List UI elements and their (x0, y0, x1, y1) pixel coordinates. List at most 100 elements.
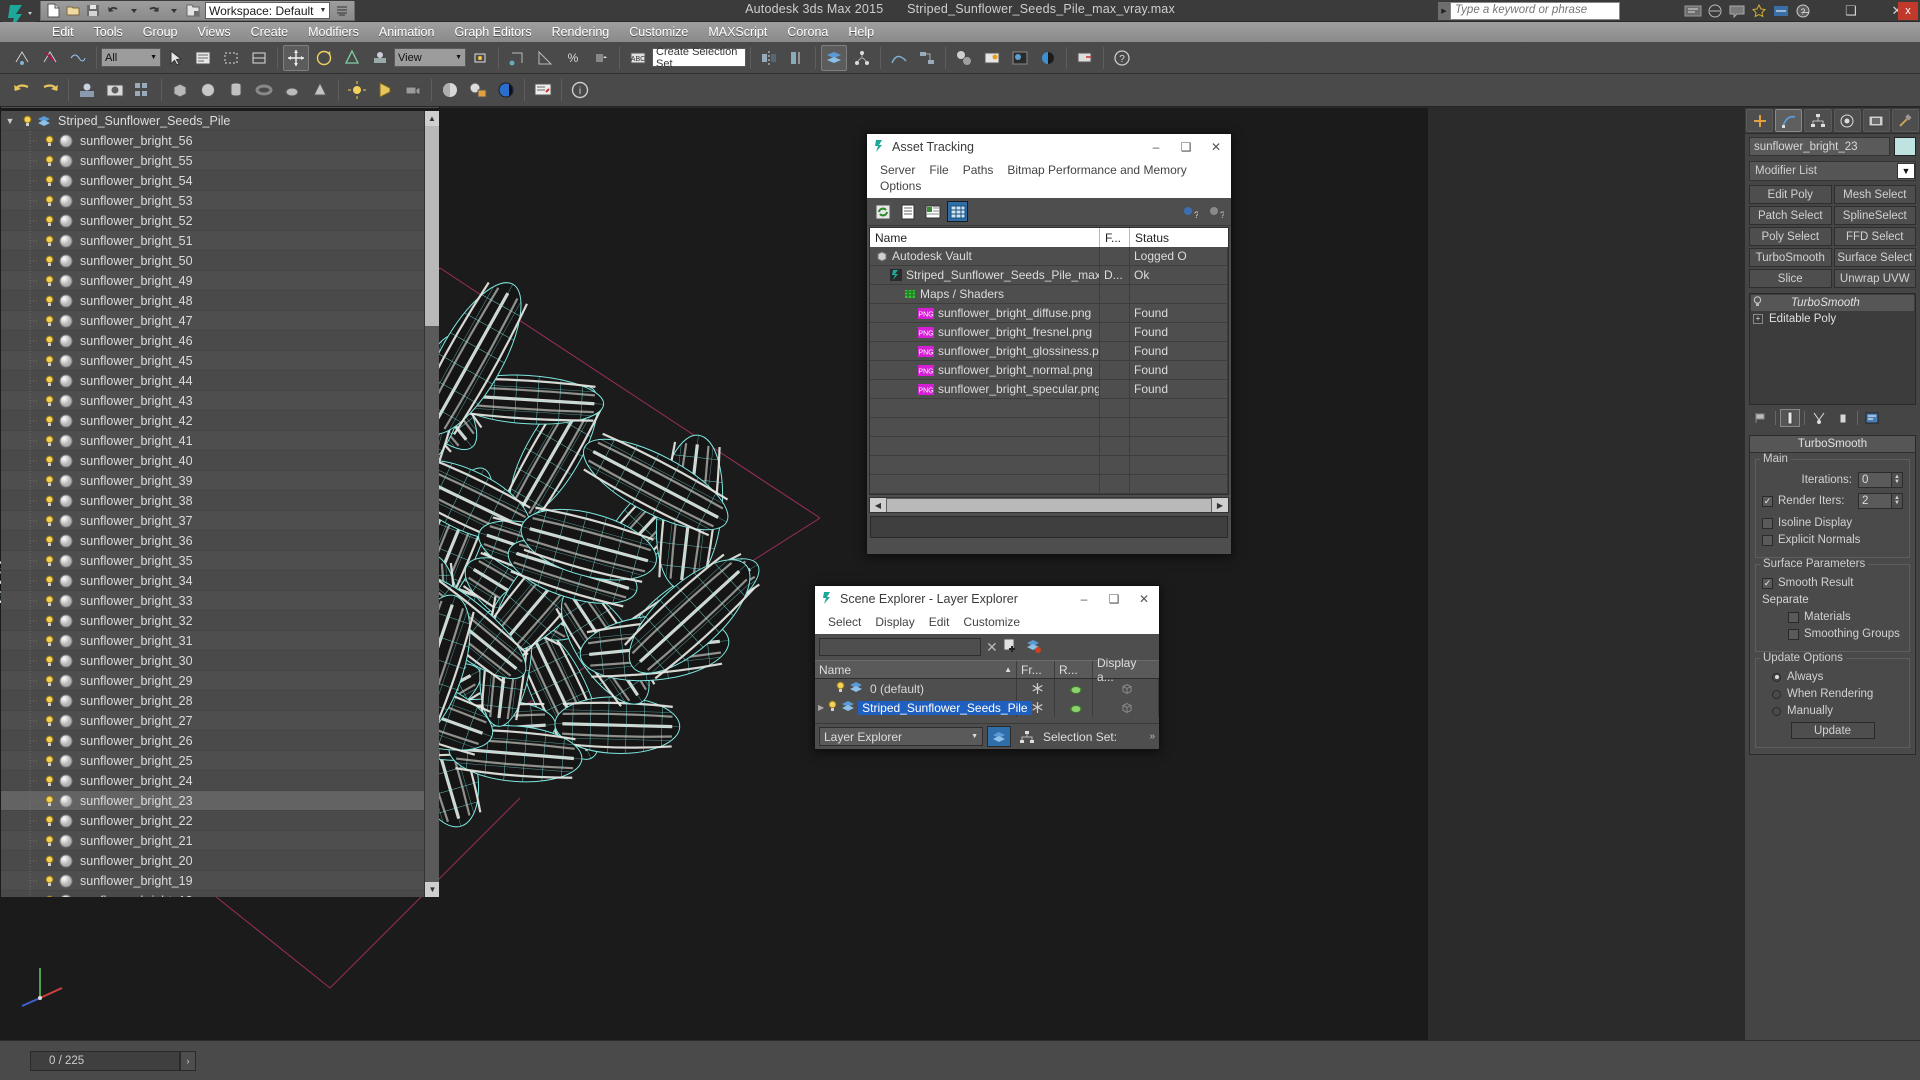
scene-menu-edit[interactable]: Edit (922, 614, 957, 630)
freeze-icon[interactable] (1017, 698, 1055, 717)
asset-row[interactable]: PNG sunflower_bright_glossiness.png Found (870, 342, 1228, 361)
layer-mode-icon[interactable] (987, 726, 1011, 747)
lightbulb-icon[interactable] (827, 700, 838, 715)
selection-filter-combo[interactable]: All ▼ (101, 48, 161, 67)
lightbulb-icon[interactable] (41, 895, 57, 897)
lightbulb-icon[interactable] (41, 715, 57, 727)
placement-icon[interactable] (367, 45, 393, 71)
workspace-menu-icon[interactable] (333, 2, 350, 19)
tab-create[interactable] (1746, 109, 1774, 132)
asset-row[interactable]: PNG sunflower_bright_specular.png Found (870, 380, 1228, 399)
modifier-list-dropdown[interactable]: Modifier List ▼ (1749, 161, 1916, 181)
asset-name-cell[interactable]: PNG sunflower_bright_specular.png (870, 380, 1100, 398)
lightbulb-icon[interactable] (41, 255, 57, 267)
iterations-value[interactable]: 0 (1858, 472, 1892, 488)
minimize-button[interactable]: – (1782, 0, 1828, 22)
display-as-box-icon[interactable] (1093, 679, 1159, 698)
align-icon[interactable] (784, 45, 810, 71)
asset-minimize-button[interactable]: – (1141, 134, 1171, 160)
sfs-vertical-scrollbar[interactable]: ▲ ▼ (424, 111, 439, 897)
menu-item-animation[interactable]: Animation (369, 22, 445, 42)
teapot-primitive-icon[interactable] (279, 77, 305, 103)
select-object-icon[interactable] (162, 45, 188, 71)
save-file-icon[interactable] (85, 2, 102, 19)
hierarchy-mode-icon[interactable] (1015, 726, 1039, 747)
lightbulb-icon[interactable] (41, 375, 57, 387)
update-option-when-rendering[interactable]: When Rendering (1762, 688, 1903, 700)
window-crossing-icon[interactable] (246, 45, 272, 71)
tab-utilities[interactable] (1891, 109, 1920, 132)
spinner-arrows-icon[interactable]: ▲ ▼ (1892, 493, 1903, 509)
snap-toggle-icon[interactable] (504, 45, 530, 71)
sfs-list-item[interactable]: sunflower_bright_47 (1, 310, 439, 331)
sfs-list-item[interactable]: sunflower_bright_52 (1, 210, 439, 231)
selection-set-field[interactable]: Create Selection Set (652, 46, 746, 70)
select-link-icon[interactable] (9, 45, 35, 71)
sfs-list-item[interactable]: sunflower_bright_39 (1, 470, 439, 491)
column-status[interactable]: Status (1130, 228, 1228, 247)
lightbulb-icon[interactable] (41, 815, 57, 827)
redo-view-icon[interactable] (37, 77, 63, 103)
workspace-combo[interactable]: Workspace: Default ▼ (205, 2, 331, 19)
sfs-list-item[interactable]: sunflower_bright_42 (1, 410, 439, 431)
menu-item-tools[interactable]: Tools (84, 22, 133, 42)
asset-name-cell[interactable]: PNG sunflower_bright_normal.png (870, 361, 1100, 379)
lightbulb-icon[interactable] (41, 835, 57, 847)
object-color-swatch[interactable] (1894, 137, 1916, 156)
sphere-primitive-icon[interactable] (195, 77, 221, 103)
menu-item-help[interactable]: Help (838, 22, 884, 42)
renderable-icon[interactable] (1055, 679, 1093, 698)
snapshot-icon[interactable] (102, 77, 128, 103)
modifier-button-mesh-select[interactable]: Mesh Select (1833, 185, 1916, 204)
lightbulb-icon[interactable] (41, 275, 57, 287)
lightbulb-icon[interactable] (19, 115, 35, 127)
lightbulb-icon[interactable] (41, 675, 57, 687)
camera-icon[interactable] (400, 77, 426, 103)
schematic-view-icon[interactable] (914, 45, 940, 71)
scroll-thumb[interactable] (887, 498, 1211, 512)
asset-name-cell[interactable]: PNG sunflower_bright_glossiness.png (870, 342, 1100, 360)
lightbulb-icon[interactable] (41, 555, 57, 567)
rollout-title[interactable]: TurboSmooth (1750, 436, 1915, 453)
sfs-list-item[interactable]: sunflower_bright_41 (1, 430, 439, 451)
sfs-list-item[interactable]: sunflower_bright_55 (1, 150, 439, 171)
smoothing-groups-checkbox[interactable] (1788, 628, 1799, 640)
column-f[interactable]: F... (1100, 228, 1130, 247)
update-option-always[interactable]: Always (1762, 671, 1903, 683)
scene-menu-select[interactable]: Select (821, 614, 868, 630)
select-rotate-icon[interactable] (311, 45, 337, 71)
stack-item-editable-poly[interactable]: + Editable Poly (1751, 311, 1914, 327)
delete-layer-icon[interactable] (1025, 638, 1042, 656)
new-file-icon[interactable] (45, 2, 62, 19)
sfs-list-item[interactable]: sunflower_bright_45 (1, 350, 439, 371)
layer-row[interactable]: ▶ Striped_Sunflower_Seeds_Pile (815, 698, 1159, 717)
sfs-list-item[interactable]: sunflower_bright_37 (1, 510, 439, 531)
lightbulb-icon[interactable] (41, 635, 57, 647)
sfs-list-item[interactable]: sunflower_bright_40 (1, 450, 439, 471)
object-name-field[interactable]: sunflower_bright_23 (1749, 137, 1890, 156)
remove-modifier-icon[interactable] (1833, 409, 1853, 427)
show-end-result-icon[interactable] (1780, 409, 1800, 427)
modifier-button-edit-poly[interactable]: Edit Poly (1749, 185, 1832, 204)
lightbulb-icon[interactable] (41, 855, 57, 867)
sfs-list-item[interactable]: sunflower_bright_43 (1, 390, 439, 411)
lightbulb-icon[interactable] (41, 515, 57, 527)
layer-name-cell[interactable]: ▶ Striped_Sunflower_Seeds_Pile (815, 698, 1032, 717)
layer-row[interactable]: 0 (default) (815, 679, 1159, 698)
vault-login-icon[interactable]: ? (1179, 201, 1200, 222)
sfs-list-item[interactable]: sunflower_bright_18 (1, 890, 439, 897)
layer-explorer-icon[interactable] (821, 44, 847, 71)
signin-icon[interactable] (1683, 2, 1702, 20)
select-scale-icon[interactable] (339, 45, 365, 71)
lightbulb-icon[interactable] (41, 795, 57, 807)
modifier-button-unwrap-uvw[interactable]: Unwrap UVW (1833, 269, 1916, 288)
render-message-icon[interactable] (530, 77, 556, 103)
sfs-list-item[interactable]: sunflower_bright_35 (1, 550, 439, 571)
rendered-frame-icon[interactable] (1007, 45, 1033, 71)
vault-help-icon[interactable]: ? (1205, 201, 1226, 222)
update-option-manually[interactable]: Manually (1762, 705, 1903, 717)
lightbulb-icon[interactable] (41, 435, 57, 447)
sfs-list-item[interactable]: sunflower_bright_44 (1, 370, 439, 391)
sfs-list-item[interactable]: sunflower_bright_20 (1, 850, 439, 871)
communication-icon[interactable] (1727, 2, 1746, 20)
